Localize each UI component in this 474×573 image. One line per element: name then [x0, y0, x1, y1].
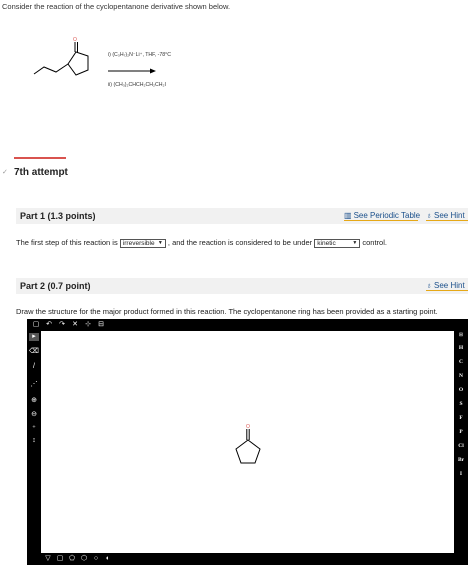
- zoom-fit-icon[interactable]: ⊹: [83, 321, 93, 329]
- element-h[interactable]: H: [456, 345, 466, 351]
- periodic-table-link[interactable]: ▥ See Periodic Table: [344, 211, 421, 221]
- part1-header: Part 1 (1.3 points) ▥ See Periodic Table …: [16, 208, 468, 224]
- attempt-indicator-bar: [14, 157, 66, 159]
- structure-editor: ▢ ↶ ↷ ✕ ⊹ ⊟ ▸ ⌫ / ⋰ ⊕ ⊖ ⁺ ↕ O ⊞ H C N O …: [27, 319, 468, 565]
- part1-title: Part 1 (1.3 points): [20, 211, 96, 221]
- eraser-icon[interactable]: ⌫: [29, 348, 39, 356]
- part2-hint-label: See Hint: [434, 281, 465, 290]
- part1-hint-label: See Hint: [434, 211, 465, 220]
- select-value: irreversible: [122, 239, 155, 247]
- drawing-canvas[interactable]: O: [41, 331, 454, 553]
- benzene-icon[interactable]: ○: [91, 555, 101, 563]
- editor-element-toolbar: ⊞ H C N O S F P Cl Br I: [454, 331, 468, 553]
- element-c[interactable]: C: [456, 359, 466, 365]
- chain-tool-icon[interactable]: ⋰: [29, 381, 39, 389]
- redo-icon[interactable]: ↷: [57, 321, 67, 329]
- control-type-select[interactable]: kinetic ▼: [314, 238, 361, 248]
- element-s[interactable]: S: [456, 401, 466, 407]
- part2-instruction: Draw the structure for the major product…: [16, 307, 438, 316]
- hint-bulb-icon: ♁: [426, 211, 432, 220]
- reagent-step-1: i) (C₃H₇)₂N⁻Li⁺, THF, -78°C: [108, 52, 171, 58]
- editor-top-toolbar: ▢ ↶ ↷ ✕ ⊹ ⊟: [27, 319, 468, 331]
- chevron-down-icon: ▼: [157, 239, 163, 246]
- cyclopropane-icon[interactable]: ▽: [43, 555, 53, 563]
- element-i[interactable]: I: [456, 471, 466, 477]
- positive-charge-icon[interactable]: ⊕: [29, 397, 39, 405]
- part2-hint-link[interactable]: ♁ See Hint: [426, 281, 468, 291]
- part1-sentence: The first step of this reaction is irrev…: [16, 238, 387, 248]
- element-cl[interactable]: Cl: [456, 443, 466, 449]
- cycloheptane-icon[interactable]: ◐: [103, 555, 113, 563]
- part2-header: Part 2 (0.7 point) ♁ See Hint: [16, 278, 468, 294]
- periodic-table-icon: ▥: [344, 211, 352, 220]
- radical-icon[interactable]: ⁺: [29, 425, 39, 433]
- starting-cyclopentanone: O: [235, 424, 261, 464]
- part2-title: Part 2 (0.7 point): [20, 281, 91, 291]
- template-icon[interactable]: ⊟: [96, 321, 106, 329]
- new-document-icon[interactable]: ▢: [31, 321, 41, 329]
- editor-bottom-toolbar: ▽ ▢ ⬠ ⬡ ○ ◐: [27, 553, 468, 565]
- element-p[interactable]: P: [456, 429, 466, 435]
- periodic-table-label: See Periodic Table: [353, 211, 421, 220]
- hint-bulb-icon: ♁: [426, 281, 432, 290]
- reactant-structure: O: [33, 37, 156, 76]
- undo-icon[interactable]: ↶: [44, 321, 54, 329]
- arrow-tool-icon[interactable]: ↕: [29, 437, 39, 445]
- step-reversibility-select[interactable]: irreversible ▼: [119, 238, 166, 248]
- element-f[interactable]: F: [456, 415, 466, 421]
- clear-icon[interactable]: ✕: [70, 321, 80, 329]
- sentence-part-c: control.: [362, 238, 387, 247]
- attempt-label: 7th attempt: [14, 167, 68, 178]
- single-bond-icon[interactable]: /: [29, 363, 39, 371]
- reagent-step-2: ii) (CH₃)₂CHCH₂CH₂CH₂I: [108, 82, 166, 88]
- part1-hint-link[interactable]: ♁ See Hint: [426, 211, 468, 221]
- editor-left-toolbar: ▸ ⌫ / ⋰ ⊕ ⊖ ⁺ ↕: [27, 331, 41, 553]
- canvas-oxygen-label: O: [246, 424, 250, 430]
- attempt-check-icon: ✓: [2, 169, 8, 176]
- carbonyl-oxygen-label: O: [73, 37, 77, 43]
- select-value: kinetic: [317, 239, 336, 247]
- chevron-down-icon: ▼: [352, 239, 358, 246]
- expand-icon[interactable]: ⊞: [456, 331, 466, 339]
- cyclopentane-icon[interactable]: ⬠: [67, 555, 77, 563]
- select-tool-icon[interactable]: ▸: [29, 333, 39, 341]
- element-o[interactable]: O: [456, 387, 466, 393]
- element-br[interactable]: Br: [456, 457, 466, 463]
- reaction-scheme: O i) (C₃H₇)₂N⁻Li⁺, THF, -78°C ii) (CH₃)₂…: [20, 30, 280, 110]
- cyclohexane-icon[interactable]: ⬡: [79, 555, 89, 563]
- cyclobutane-icon[interactable]: ▢: [55, 555, 65, 563]
- negative-charge-icon[interactable]: ⊖: [29, 411, 39, 419]
- element-n[interactable]: N: [456, 373, 466, 379]
- question-text: Consider the reaction of the cyclopentan…: [2, 2, 231, 11]
- sentence-part-b: , and the reaction is considered to be u…: [167, 238, 313, 247]
- sentence-part-a: The first step of this reaction is: [16, 238, 118, 247]
